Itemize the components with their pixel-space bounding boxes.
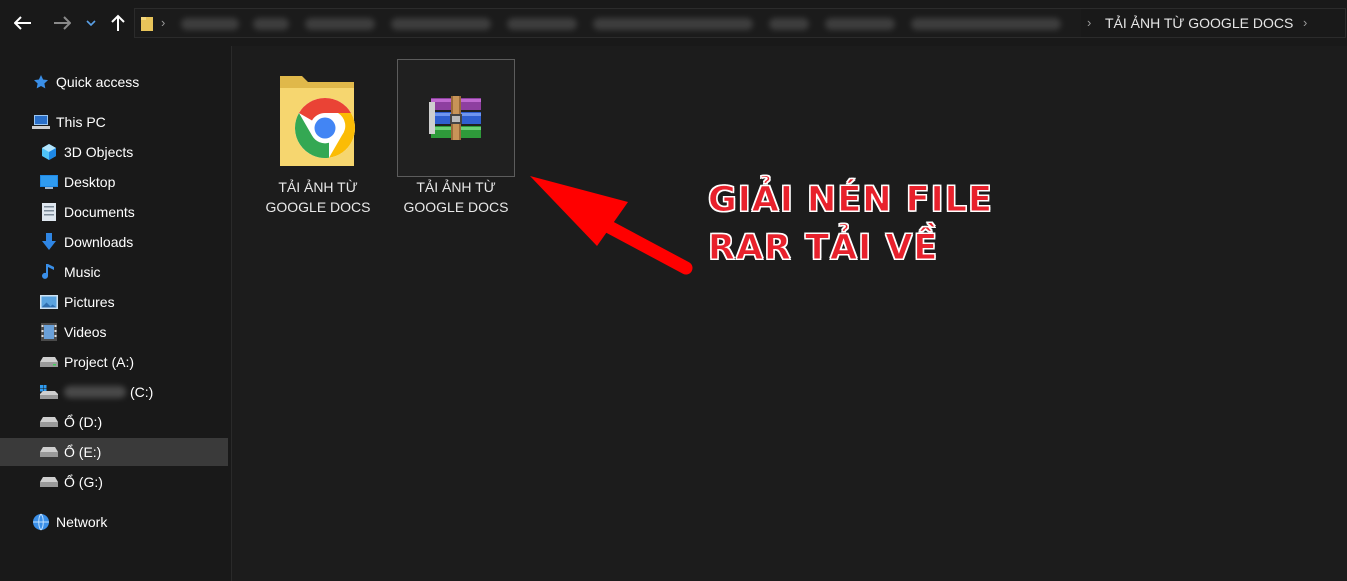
annotation-line2: RAR TẢI VỀ [708, 228, 939, 269]
annotation-line1: GIẢI NÉN FILE [708, 180, 993, 221]
annotation-text: GIẢI NÉN FILE RAR TẢI VỀ [708, 176, 993, 272]
annotation-arrow-icon [530, 176, 693, 275]
